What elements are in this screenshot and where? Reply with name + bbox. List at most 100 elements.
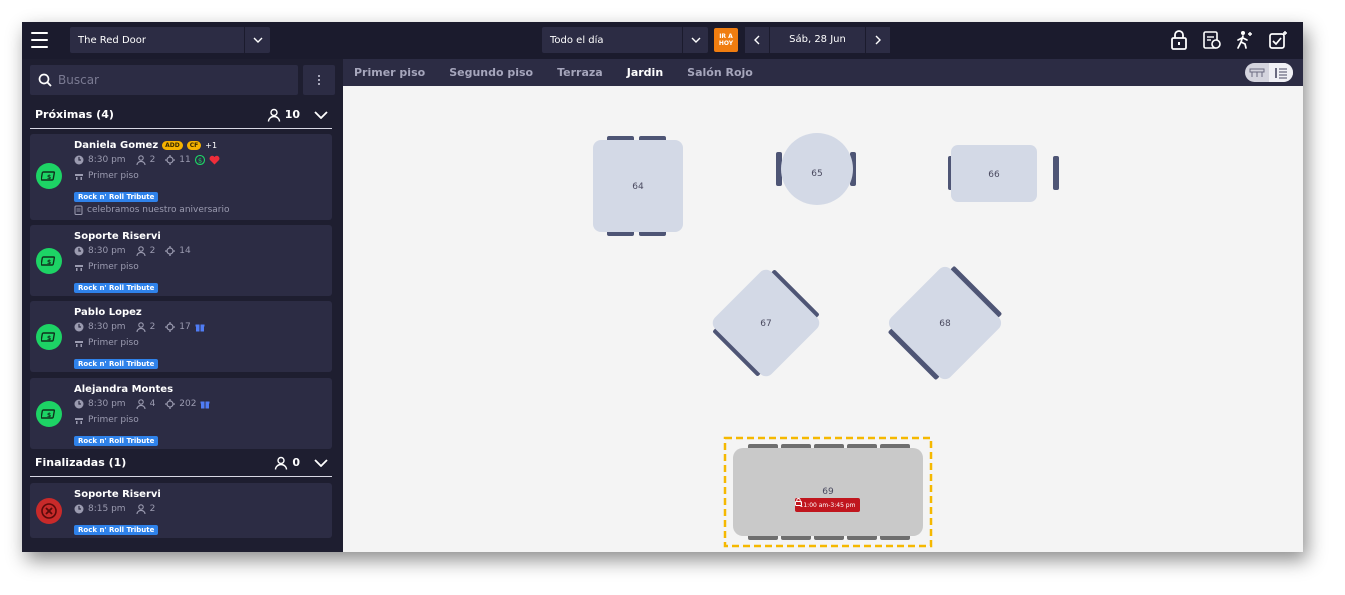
reservation-time: 8:30 pm [88, 322, 126, 332]
upcoming-title: Próximas (4) [35, 108, 114, 121]
clock-icon [74, 322, 84, 332]
area-name: Primer piso [88, 415, 139, 425]
extra-badge-count: +1 [205, 141, 218, 150]
table-65-label: 65 [811, 169, 822, 179]
table-icon [165, 322, 176, 332]
table-68-label: 68 [939, 319, 951, 329]
guest-name: Soporte Riservi [74, 231, 161, 242]
current-date[interactable]: Sáb, 28 Jun [769, 27, 866, 53]
finished-guest-count: 0 [292, 456, 300, 469]
seated-status-icon: $ [36, 248, 62, 274]
area-name: Primer piso [88, 262, 139, 272]
table-65[interactable]: 65 [776, 133, 856, 205]
more-options-button[interactable] [303, 65, 335, 95]
reservation-card[interactable]: $ Pablo Lopez 8:30 pm 2 17 Primer piso R… [30, 301, 332, 372]
clock-icon [74, 155, 84, 165]
guest-name: Pablo Lopez [74, 307, 142, 318]
reservation-card[interactable]: $ Soporte Riservi 8:30 pm 2 14 Primer pi… [30, 225, 332, 296]
table-66[interactable]: 66 [948, 145, 1059, 202]
cancelled-status-icon [36, 498, 62, 524]
floor-plan-view-icon[interactable] [1245, 63, 1269, 82]
guest-name: Soporte Riservi [74, 489, 161, 500]
event-tag: Rock n' Roll Tribute [74, 359, 159, 369]
area-icon [75, 418, 83, 424]
person-icon [136, 399, 146, 409]
upcoming-section-header[interactable]: Próximas (4) 10 [30, 101, 332, 129]
previous-day-button[interactable] [745, 27, 769, 53]
area-icon [75, 265, 83, 271]
table-66-label: 66 [988, 170, 1000, 180]
tab-primer-piso[interactable]: Primer piso [354, 66, 425, 79]
event-tag: Rock n' Roll Tribute [74, 192, 159, 202]
event-tag: Rock n' Roll Tribute [74, 525, 159, 535]
go-to-today-button[interactable]: IR A HOY [714, 28, 738, 52]
svg-text:$: $ [198, 157, 202, 165]
person-icon [267, 108, 280, 122]
area-name: Primer piso [88, 171, 139, 181]
table-number: 202 [179, 399, 197, 409]
area-icon [75, 341, 83, 347]
table-67-label: 67 [760, 319, 771, 329]
blocked-time-badge: 11:00 am-3:45 pm [795, 498, 860, 512]
reservation-card[interactable]: $ Daniela Gomez ADD CF +1 8:30 pm 2 11 $ [30, 134, 332, 220]
restaurant-select[interactable]: The Red Door [70, 27, 270, 53]
person-icon [275, 456, 288, 470]
tab-segundo-piso[interactable]: Segundo piso [449, 66, 533, 79]
reservation-time: 8:30 pm [88, 246, 126, 256]
reservation-card[interactable]: Soporte Riservi 8:15 pm 2 Rock n' Roll T… [30, 483, 332, 538]
top-bar: The Red Door Todo el día IR A HOY Sáb, 2… [22, 22, 1303, 59]
money-icon: $ [194, 155, 205, 165]
date-navigator: Sáb, 28 Jun [745, 27, 890, 53]
chevron-down-icon [682, 27, 708, 53]
finished-title: Finalizadas (1) [35, 456, 127, 469]
table-69-label: 69 [822, 487, 834, 497]
walk-in-icon[interactable] [1233, 29, 1255, 51]
person-icon [136, 246, 146, 256]
lock-icon[interactable] [1168, 29, 1190, 51]
reservation-time: 8:15 pm [88, 504, 126, 514]
next-day-button[interactable] [866, 27, 890, 53]
person-icon [136, 322, 146, 332]
finished-section-header[interactable]: Finalizadas (1) 0 [30, 449, 332, 477]
seated-status-icon: $ [36, 401, 62, 427]
tab-jardin[interactable]: Jardin [627, 66, 663, 79]
party-size: 2 [149, 155, 156, 165]
svg-text:$: $ [47, 412, 51, 419]
table-icon [165, 155, 176, 165]
upcoming-guest-count: 10 [284, 108, 300, 121]
restaurant-name: The Red Door [78, 34, 147, 46]
area-icon [75, 174, 83, 180]
table-icon [165, 399, 176, 409]
party-size: 2 [149, 504, 156, 514]
clock-icon [74, 504, 84, 514]
chevron-down-icon [314, 458, 328, 467]
area-name: Primer piso [88, 338, 139, 348]
table-number: 14 [179, 246, 191, 256]
seated-status-icon: $ [36, 163, 62, 189]
guest-name: Alejandra Montes [74, 384, 174, 395]
list-view-icon[interactable] [1269, 63, 1293, 82]
table-64[interactable]: 64 [593, 136, 683, 236]
floor-tabs: Primer piso Segundo piso Terraza Jardin … [343, 59, 1303, 86]
reservations-sidebar: Próximas (4) 10 $ Daniela Gomez ADD CF +… [22, 59, 343, 552]
chevron-down-icon [314, 110, 328, 119]
person-icon [136, 155, 146, 165]
heart-icon [209, 155, 220, 165]
menu-icon[interactable] [31, 32, 48, 48]
check-task-icon[interactable] [1267, 29, 1289, 51]
add-badge: ADD [162, 141, 183, 150]
tab-salon-rojo[interactable]: Salón Rojo [687, 66, 753, 79]
table-69[interactable]: 69 [723, 436, 933, 548]
reservation-list-icon[interactable] [1201, 29, 1223, 51]
table-number: 11 [179, 155, 191, 165]
party-size: 2 [149, 246, 156, 256]
tab-terraza[interactable]: Terraza [557, 66, 603, 79]
app-window: The Red Door Todo el día IR A HOY Sáb, 2… [22, 22, 1303, 552]
event-tag: Rock n' Roll Tribute [74, 283, 159, 293]
table-number: 17 [179, 322, 191, 332]
shift-select[interactable]: Todo el día [542, 27, 708, 53]
search-input[interactable] [58, 73, 278, 87]
table-icon [165, 246, 176, 256]
reservation-card[interactable]: $ Alejandra Montes 8:30 pm 4 202 Primer … [30, 378, 332, 449]
view-toggle[interactable] [1245, 63, 1293, 82]
